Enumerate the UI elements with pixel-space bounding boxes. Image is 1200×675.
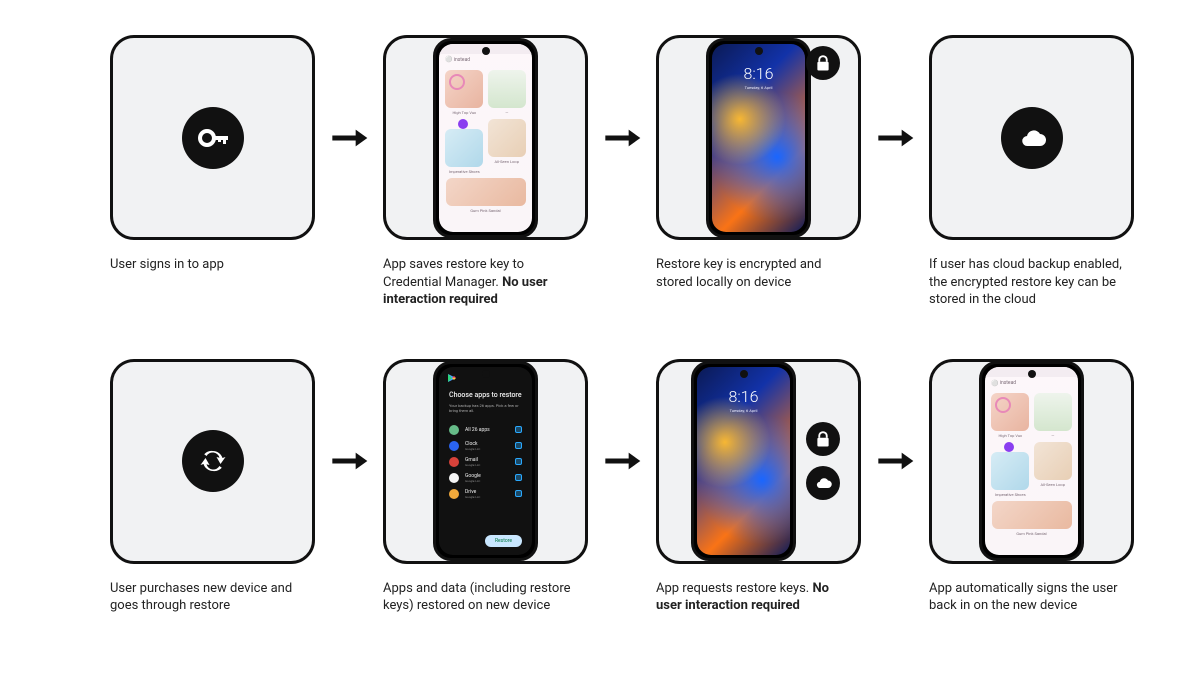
caption: If user has cloud backup enabled, the en… bbox=[929, 256, 1134, 309]
arrow-icon bbox=[873, 35, 917, 240]
caption: App saves restore key to Credential Mana… bbox=[383, 256, 588, 309]
phone-mockup: 8:16 Tuesday, 6 April bbox=[691, 361, 796, 561]
app-title: instead bbox=[454, 57, 470, 63]
caption: Restore key is encrypted and stored loca… bbox=[656, 256, 861, 291]
tile-lockscreen: 8:16 Tuesday, 6 April bbox=[656, 35, 861, 240]
restore-app-row: GmailGoogle LLC bbox=[449, 454, 522, 470]
step-request-keys: 8:16 Tuesday, 6 April App requests resto… bbox=[656, 359, 861, 615]
lock-date: Tuesday, 6 April bbox=[745, 85, 773, 90]
app-title: instead bbox=[1000, 380, 1016, 386]
step-auto-signin: ⚪ instead High Top Vux — Imperative Shoe… bbox=[929, 359, 1134, 615]
caption: Apps and data (including restore keys) r… bbox=[383, 580, 588, 615]
step-restore-apps: Choose apps to restore Your backup has 2… bbox=[383, 359, 588, 615]
restore-app-row: DriveGoogle LLC bbox=[449, 486, 522, 502]
phone-mockup: ⚪ instead High Top Vux — Imperative Shoe… bbox=[979, 361, 1084, 561]
tile-cloud bbox=[929, 35, 1134, 240]
arrow-icon bbox=[600, 35, 644, 240]
restore-app-row: ClockGoogle LLC bbox=[449, 438, 522, 454]
step-cloud-backup: If user has cloud backup enabled, the en… bbox=[929, 35, 1134, 309]
restore-button: Restore bbox=[485, 535, 522, 547]
cloud-icon bbox=[1001, 107, 1063, 169]
step-encrypt-local: 8:16 Tuesday, 6 April Restore key is enc… bbox=[656, 35, 861, 291]
flow-row-2: User purchases new device and goes throu… bbox=[110, 359, 1110, 615]
restore-title: Choose apps to restore bbox=[449, 391, 522, 399]
tile-sync bbox=[110, 359, 315, 564]
tile-lockscreen-badges: 8:16 Tuesday, 6 April bbox=[656, 359, 861, 564]
caption: App requests restore keys. No user inter… bbox=[656, 580, 861, 615]
step-signin: User signs in to app bbox=[110, 35, 315, 274]
restore-subtitle: Your backup has 26 apps. Pick a few or b… bbox=[449, 403, 522, 413]
all-apps-row: All 26 apps bbox=[449, 422, 522, 438]
key-icon bbox=[182, 107, 244, 169]
phone-mockup: ⚪ instead High Top Vux — Imperative Shoe… bbox=[433, 38, 538, 238]
caption: App automatically signs the user back in… bbox=[929, 580, 1134, 615]
phone-mockup: Choose apps to restore Your backup has 2… bbox=[433, 361, 538, 561]
play-store-icon bbox=[447, 373, 457, 383]
tile-app-phone: ⚪ instead High Top Vux — Imperative Shoe… bbox=[929, 359, 1134, 564]
caption: User purchases new device and goes throu… bbox=[110, 580, 315, 615]
arrow-icon bbox=[600, 359, 644, 564]
restore-app-row: GoogleGoogle LLC bbox=[449, 470, 522, 486]
lock-date: Tuesday, 6 April bbox=[730, 408, 758, 413]
cloud-icon bbox=[806, 466, 840, 500]
lock-icon bbox=[806, 46, 840, 80]
arrow-icon bbox=[873, 359, 917, 564]
step-new-device: User purchases new device and goes throu… bbox=[110, 359, 315, 615]
lock-icon bbox=[806, 422, 840, 456]
step-save-key: ⚪ instead High Top Vux — Imperative Shoe… bbox=[383, 35, 588, 309]
phone-mockup: 8:16 Tuesday, 6 April bbox=[706, 38, 811, 238]
flow-row-1: User signs in to app ⚪ instead High Top … bbox=[110, 35, 1110, 309]
arrow-icon bbox=[327, 359, 371, 564]
tile-app-phone: ⚪ instead High Top Vux — Imperative Shoe… bbox=[383, 35, 588, 240]
tile-key bbox=[110, 35, 315, 240]
lock-time: 8:16 bbox=[729, 387, 759, 406]
arrow-icon bbox=[327, 35, 371, 240]
tile-restore-screen: Choose apps to restore Your backup has 2… bbox=[383, 359, 588, 564]
caption: User signs in to app bbox=[110, 256, 315, 274]
sync-icon bbox=[182, 430, 244, 492]
lock-time: 8:16 bbox=[744, 64, 774, 83]
